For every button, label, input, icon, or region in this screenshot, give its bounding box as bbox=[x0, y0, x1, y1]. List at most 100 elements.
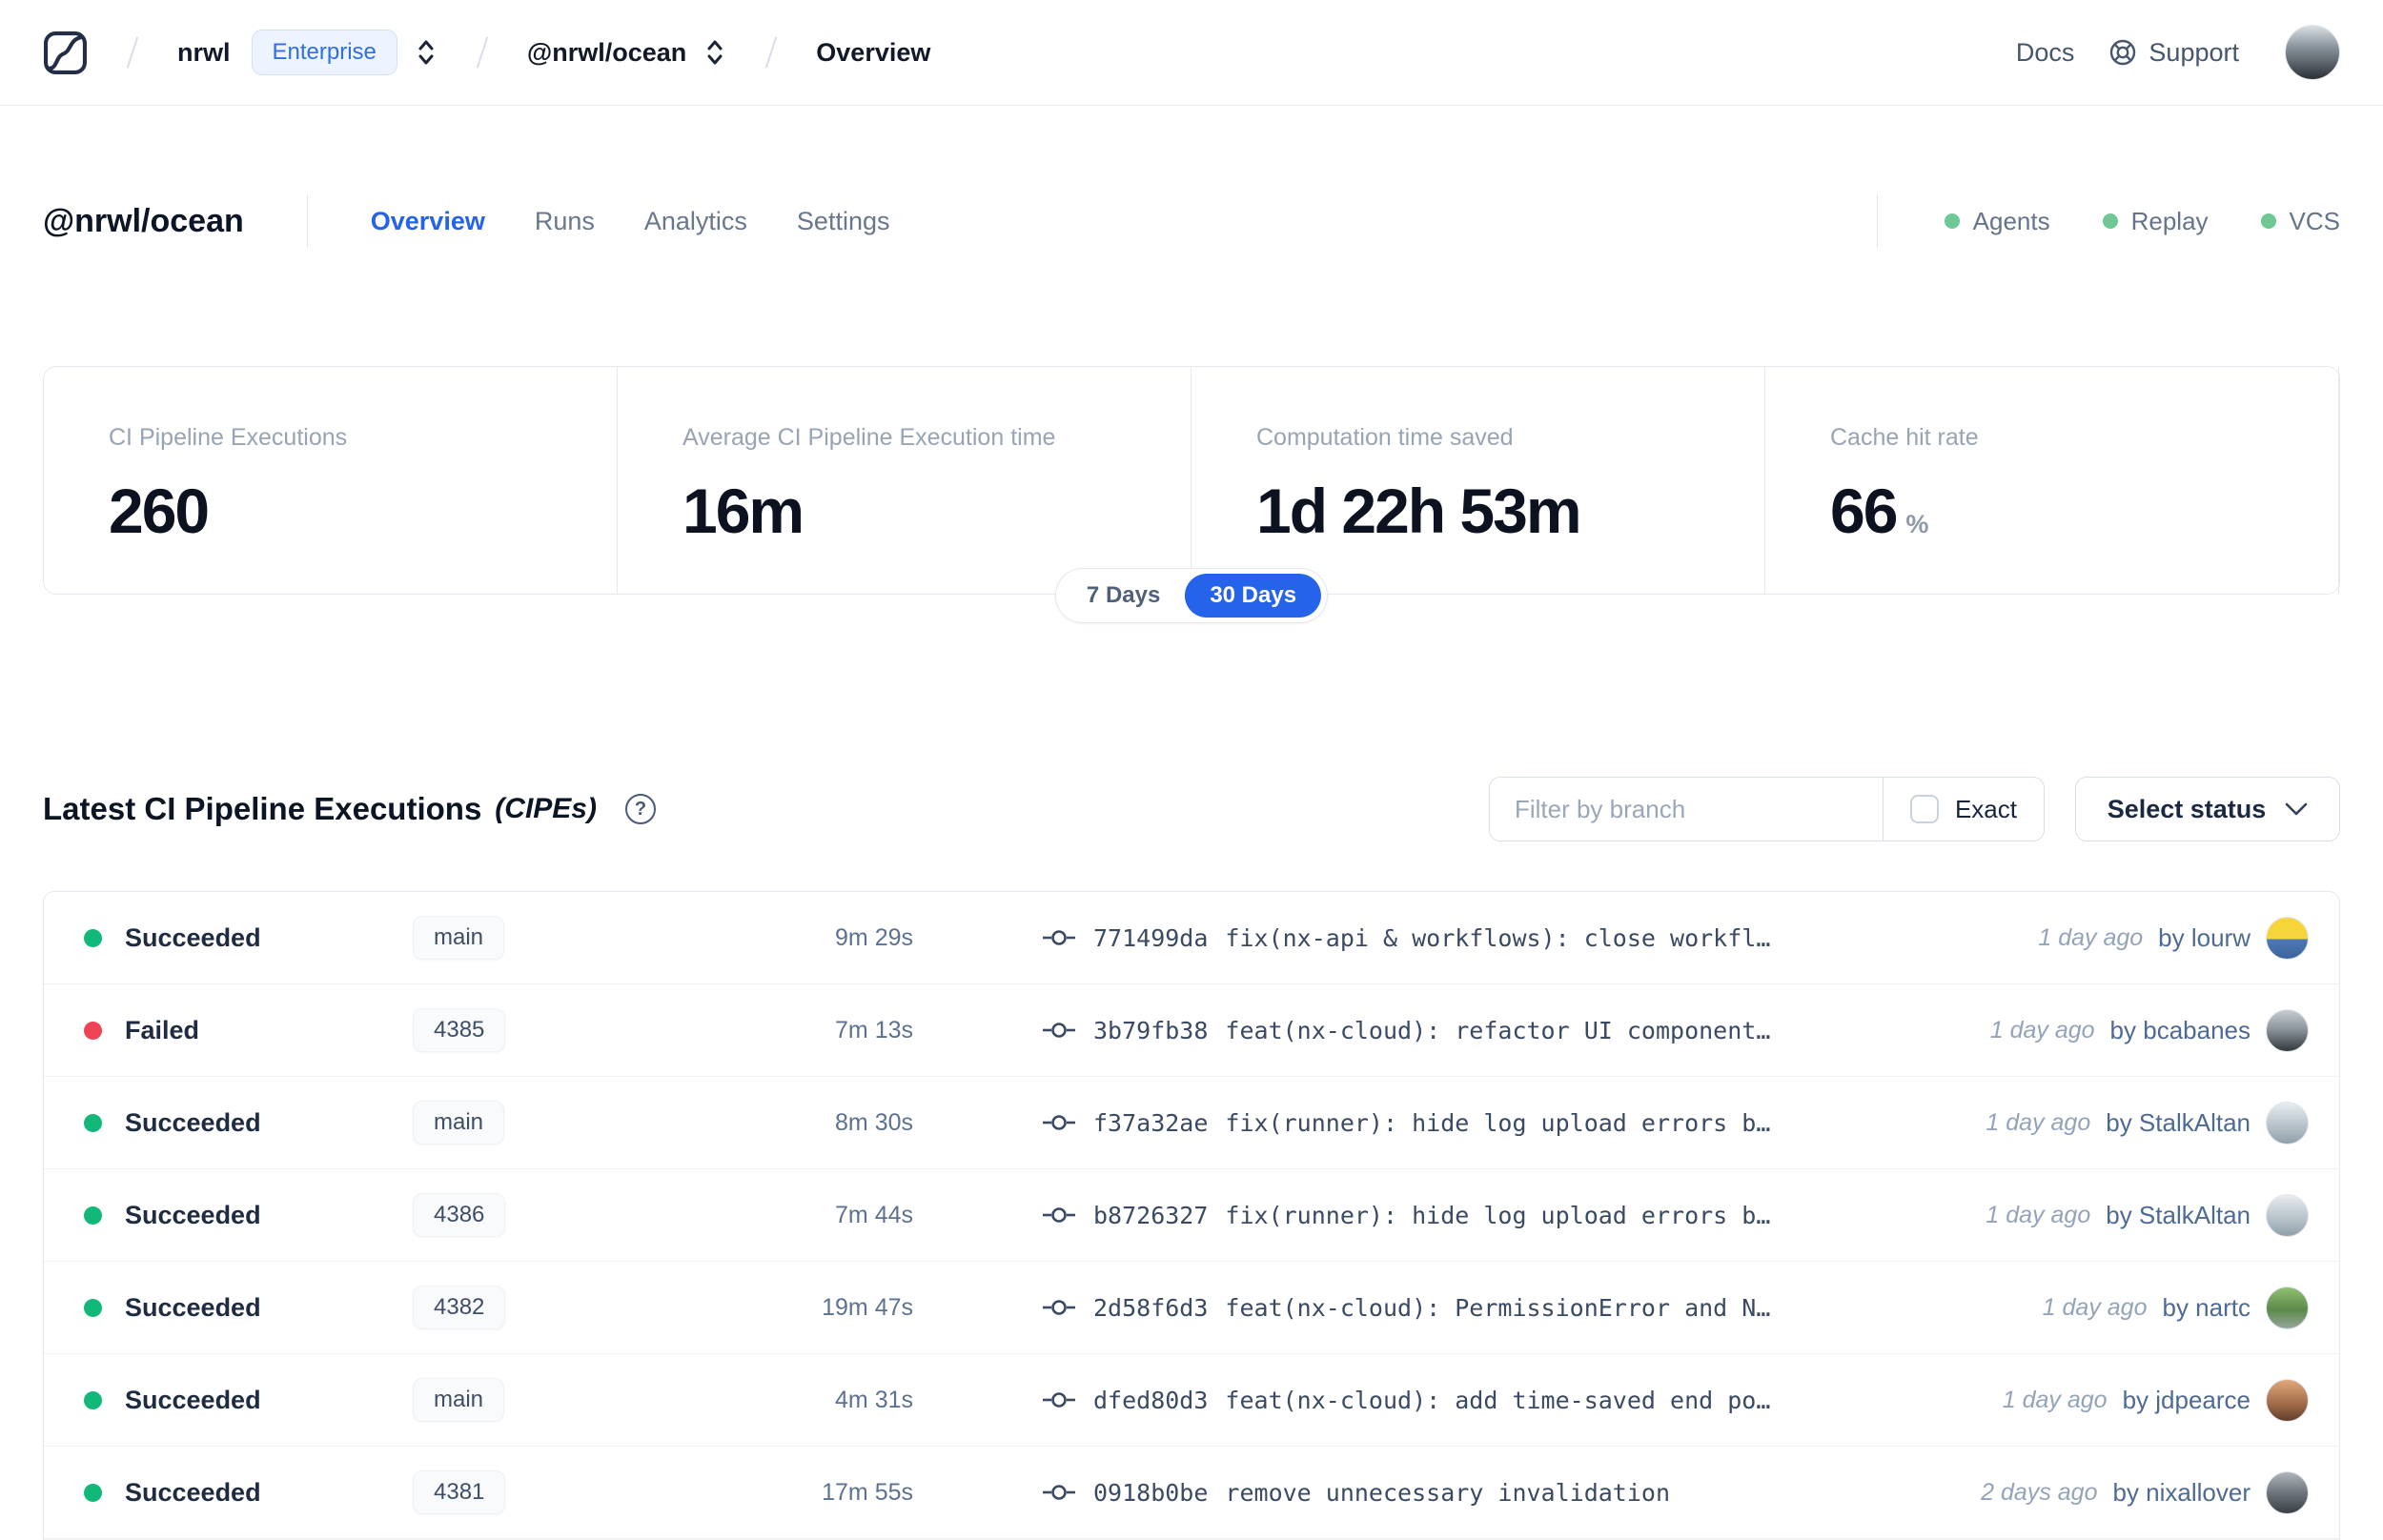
top-nav: nrwl Enterprise @nrwl/ocean Overview Doc… bbox=[0, 0, 2383, 106]
table-row[interactable]: Failed 4385 7m 13s 3b79fb38 feat(nx-clou… bbox=[44, 984, 2339, 1077]
duration: 7m 44s bbox=[835, 1201, 913, 1228]
status-dot bbox=[84, 1298, 102, 1317]
time-ago: 1 day ago bbox=[2038, 923, 2144, 951]
exact-checkbox[interactable] bbox=[1909, 795, 1939, 823]
divider bbox=[1876, 194, 1878, 248]
commit-message: fix(nx-api & workflows): close workfl… bbox=[1225, 923, 1771, 952]
time-ago: 1 day ago bbox=[1989, 1016, 2095, 1044]
status-label: Succeeded bbox=[125, 1200, 261, 1229]
tab-settings[interactable]: Settings bbox=[797, 207, 890, 236]
status-dot bbox=[84, 1483, 102, 1502]
tab-analytics[interactable]: Analytics bbox=[644, 207, 747, 236]
workspace-tabs: Overview Runs Analytics Settings bbox=[371, 207, 890, 236]
avatar bbox=[2266, 916, 2309, 960]
table-row[interactable]: Succeeded main 9m 29s 771499da fix(nx-ap… bbox=[44, 892, 2339, 984]
branch-badge: 4382 bbox=[413, 1286, 506, 1329]
avatar bbox=[2266, 1378, 2309, 1422]
branch-filter-input[interactable] bbox=[1489, 778, 1883, 841]
stat-unit: % bbox=[1905, 510, 1929, 538]
org-switcher-chevrons-icon[interactable] bbox=[415, 37, 438, 68]
commit-message: feat(nx-cloud): PermissionError and N… bbox=[1225, 1293, 1771, 1322]
commit-hash: 3b79fb38 bbox=[1093, 1016, 1209, 1044]
status-dot bbox=[84, 1390, 102, 1409]
status-label: Succeeded bbox=[125, 922, 261, 952]
select-status-dropdown[interactable]: Select status bbox=[2075, 777, 2340, 841]
commit-message: fix(runner): hide log upload errors b… bbox=[1225, 1108, 1771, 1137]
help-icon[interactable]: ? bbox=[624, 794, 656, 824]
cipe-filter-controls: Exact Select status bbox=[1488, 777, 2340, 841]
author: by lourw bbox=[2158, 922, 2251, 952]
stat-cache-hit-rate: Cache hit rate 66% bbox=[1765, 367, 2339, 594]
tab-overview[interactable]: Overview bbox=[371, 207, 485, 236]
select-status-label: Select status bbox=[2107, 794, 2267, 823]
commit-icon bbox=[1043, 930, 1075, 945]
stat-average-execution-time: Average CI Pipeline Execution time 16m bbox=[618, 367, 1192, 594]
commit-message: fix(runner): hide log upload errors b… bbox=[1225, 1201, 1771, 1229]
breadcrumb-slash bbox=[765, 36, 778, 69]
status-label: Succeeded bbox=[125, 1477, 261, 1507]
avatar bbox=[2266, 1101, 2309, 1145]
status-label: Succeeded bbox=[125, 1292, 261, 1322]
stat-value: 260 bbox=[109, 476, 210, 546]
table-row[interactable]: Succeeded 4386 7m 44s b8726327 fix(runne… bbox=[44, 1169, 2339, 1262]
service-label: VCS bbox=[2289, 206, 2340, 235]
service-replay[interactable]: Replay bbox=[2102, 206, 2209, 236]
range-30-days[interactable]: 30 Days bbox=[1185, 574, 1322, 618]
tab-runs[interactable]: Runs bbox=[535, 207, 595, 236]
section-title: Latest CI Pipeline Executions bbox=[43, 791, 482, 826]
support-link[interactable]: Support bbox=[2108, 38, 2239, 68]
chevron-down-icon bbox=[2285, 802, 2308, 816]
stat-label: Average CI Pipeline Execution time bbox=[682, 424, 1056, 451]
commit-hash: 0918b0be bbox=[1093, 1478, 1209, 1507]
stat-computation-time-saved: Computation time saved 1d 22h 53m bbox=[1192, 367, 1765, 594]
commit-hash: dfed80d3 bbox=[1093, 1386, 1209, 1414]
time-ago: 2 days ago bbox=[1981, 1478, 2098, 1506]
stat-ci-pipeline-executions: CI Pipeline Executions 260 bbox=[44, 367, 618, 594]
status-dot bbox=[84, 1206, 102, 1225]
branch-badge: main bbox=[413, 1378, 505, 1422]
avatar bbox=[2266, 1470, 2309, 1514]
service-agents[interactable]: Agents bbox=[1944, 206, 2050, 236]
table-row[interactable]: Succeeded 4381 17m 55s 0918b0be remove u… bbox=[44, 1447, 2339, 1539]
nx-cloud-logo-icon[interactable] bbox=[43, 30, 88, 75]
table-row[interactable]: Succeeded 4382 19m 47s 2d58f6d3 feat(nx-… bbox=[44, 1262, 2339, 1354]
status-dot bbox=[84, 928, 102, 947]
author: by StalkAltan bbox=[2106, 1200, 2251, 1229]
workspace-header: @nrwl/ocean Overview Runs Analytics Sett… bbox=[43, 194, 2340, 248]
author: by bcabanes bbox=[2109, 1015, 2251, 1044]
service-vcs[interactable]: VCS bbox=[2260, 206, 2340, 236]
divider bbox=[306, 194, 308, 248]
service-label: Replay bbox=[2130, 206, 2209, 235]
service-label: Agents bbox=[1972, 206, 2050, 235]
avatar bbox=[2266, 1286, 2309, 1329]
commit-hash: 771499da bbox=[1093, 923, 1209, 952]
support-label: Support bbox=[2149, 37, 2239, 67]
stat-value: 1d 22h 53m bbox=[1256, 476, 1582, 546]
stats-card-group: CI Pipeline Executions 260 Average CI Pi… bbox=[43, 366, 2340, 623]
status-label: Succeeded bbox=[125, 1107, 261, 1137]
status-dot-green bbox=[2102, 213, 2118, 229]
range-7-days[interactable]: 7 Days bbox=[1062, 574, 1185, 618]
branch-badge: 4386 bbox=[413, 1193, 506, 1237]
branch-badge: 4385 bbox=[413, 1008, 506, 1052]
table-row[interactable]: Succeeded main 8m 30s f37a32ae fix(runne… bbox=[44, 1077, 2339, 1169]
commit-icon bbox=[1043, 1485, 1075, 1500]
workspace-switcher-chevrons-icon[interactable] bbox=[703, 37, 726, 68]
date-range-toggle: 7 Days 30 Days bbox=[1054, 568, 1329, 623]
enterprise-badge[interactable]: Enterprise bbox=[251, 30, 397, 75]
service-status-group: Agents Replay VCS bbox=[1876, 194, 2340, 248]
breadcrumb-workspace[interactable]: @nrwl/ocean bbox=[527, 38, 686, 68]
table-row[interactable]: Succeeded main 4m 31s dfed80d3 feat(nx-c… bbox=[44, 1354, 2339, 1447]
commit-icon bbox=[1043, 1392, 1075, 1408]
commit-icon bbox=[1043, 1023, 1075, 1038]
commit-message: feat(nx-cloud): add time-saved end po… bbox=[1225, 1386, 1771, 1414]
status-label: Succeeded bbox=[125, 1385, 261, 1414]
user-avatar[interactable] bbox=[2285, 25, 2340, 80]
docs-link[interactable]: Docs bbox=[2016, 38, 2075, 68]
stat-label: Cache hit rate bbox=[1830, 424, 1979, 451]
breadcrumb-org[interactable]: nrwl bbox=[177, 38, 231, 68]
exact-toggle[interactable]: Exact bbox=[1882, 778, 2044, 841]
time-ago: 1 day ago bbox=[2042, 1293, 2148, 1321]
duration: 4m 31s bbox=[835, 1386, 913, 1413]
time-ago: 1 day ago bbox=[1986, 1201, 2091, 1228]
